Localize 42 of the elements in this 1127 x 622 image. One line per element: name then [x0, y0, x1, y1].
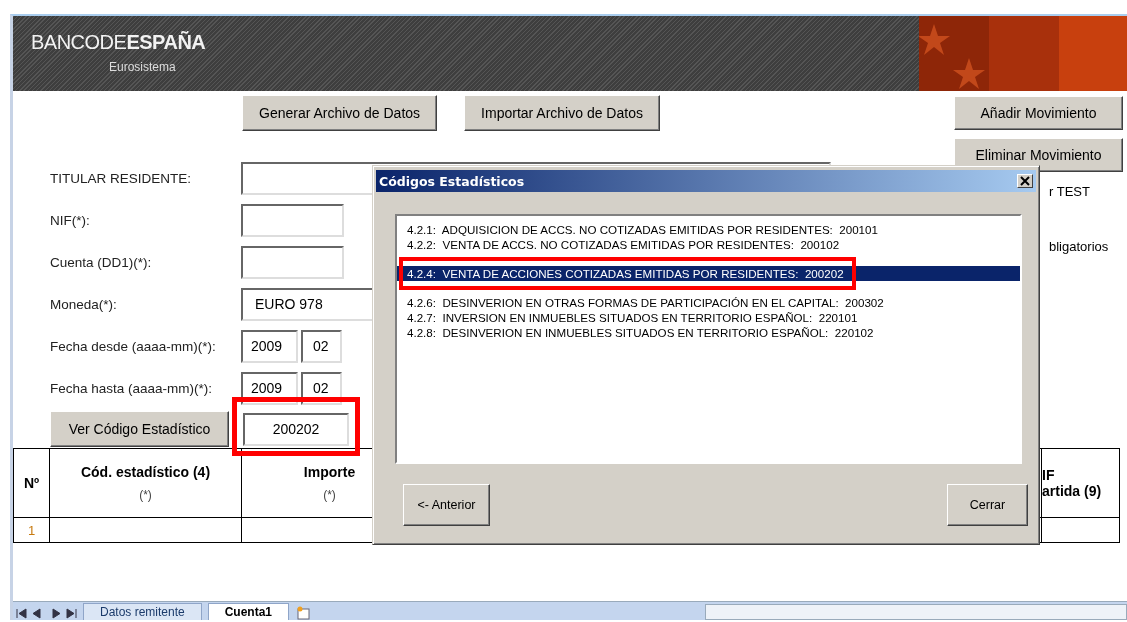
horizontal-scrollbar[interactable]	[705, 604, 1127, 620]
field-label: NIF(*):	[50, 212, 91, 228]
column-header: Cód. estadístico (4)	[79, 464, 212, 480]
month-field[interactable]: 02	[301, 329, 342, 363]
list-item[interactable]: 4.2.7: INVERSION EN INMUEBLES SITUADOS EN TERRITORIO ESPAÑOL: 220101	[397, 310, 1020, 325]
dialog-title: Códigos Estadísticos	[379, 173, 525, 189]
add-movement-button[interactable]: Añadir Movimiento	[954, 96, 1123, 130]
year-field[interactable]: 2009	[241, 329, 298, 363]
list-item[interactable]: 4.2.1: ADQUISICION DE ACCS. NO COTIZADAS EMITIDAS POR RESIDENTES: 200101	[397, 222, 1020, 237]
field-label: TITULAR RESIDENTE:	[50, 170, 193, 186]
list-item[interactable]: 4.2.4: VENTA DE ACCIONES COTIZADAS EMITIDAS POR RESIDENTES: 200202	[397, 266, 1020, 281]
note-text: r TEST	[1049, 184, 1090, 199]
sheet-tab[interactable]: Datos remitente	[83, 603, 202, 620]
required-mark: (*)	[322, 488, 337, 502]
close-button[interactable]	[1017, 174, 1033, 188]
field-label: Fecha hasta (aaaa-mm)(*):	[50, 380, 214, 396]
input-field[interactable]	[241, 245, 344, 279]
note-text: bligatorios	[1049, 239, 1109, 254]
view-code-button[interactable]: Ver Código Estadístico	[50, 411, 229, 447]
field-label: Cuenta (DD1)(*):	[50, 254, 153, 270]
row-number: 1	[13, 517, 50, 543]
input-field[interactable]	[241, 203, 344, 237]
column-header: artida (9)	[1042, 483, 1103, 499]
list-item[interactable]: 4.2.6: DESINVERION EN OTRAS FORMAS DE PARTICIPACIÓN EN EL CAPITAL: 200302	[397, 295, 1020, 310]
field-label: Fecha desde (aaaa-mm)(*):	[50, 338, 217, 354]
code-field[interactable]: 200202	[243, 412, 349, 446]
required-mark: (*)	[138, 488, 153, 502]
delete-movement-button[interactable]: Eliminar Movimiento	[954, 138, 1123, 172]
generate-file-button[interactable]: Generar Archivo de Datos	[242, 95, 438, 131]
column-header: IF	[1042, 467, 1056, 483]
import-file-button[interactable]: Importar Archivo de Datos	[464, 95, 660, 131]
close-dialog-button[interactable]: Cerrar	[947, 484, 1028, 526]
sheet-tab[interactable]: Cuenta1	[207, 603, 290, 620]
list-item[interactable]: 4.2.2: VENTA DE ACCS. NO COTIZADAS EMITIDAS POR RESIDENTES: 200102	[397, 237, 1020, 252]
close-icon	[1018, 175, 1032, 187]
previous-button[interactable]: <- Anterior	[403, 484, 490, 526]
column-header: Importe	[302, 464, 357, 480]
field-label: Moneda(*):	[50, 296, 118, 312]
column-header: Nº	[22, 475, 41, 491]
bank-logo: BANCODEESPAÑA	[31, 31, 206, 54]
list-item[interactable]: 4.2.8: DESINVERION EN INMUEBLES SITUADOS EN TERRITORIO ESPAÑOL: 220102	[397, 325, 1020, 340]
logo-subtitle: Eurosistema	[109, 60, 177, 74]
